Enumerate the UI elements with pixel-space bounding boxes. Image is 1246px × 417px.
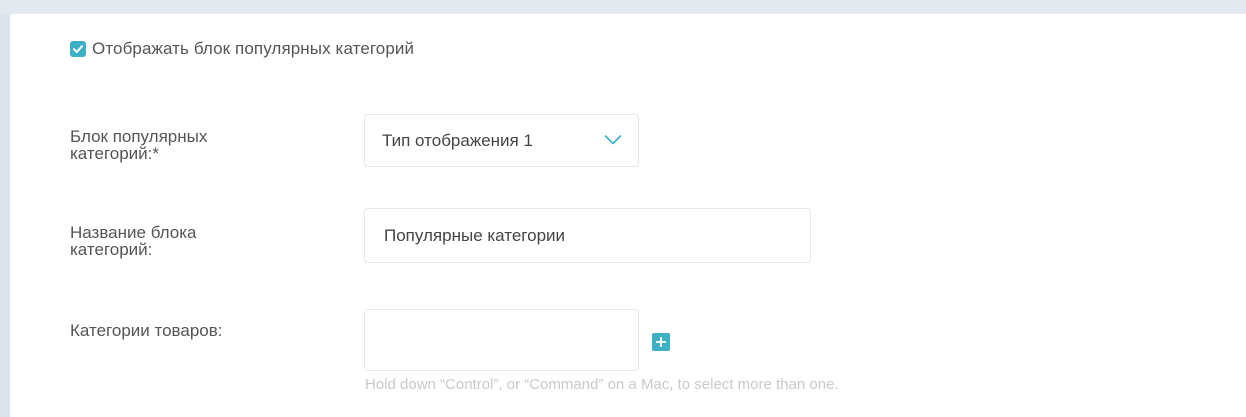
block-type-label-line2: категорий:* bbox=[70, 144, 160, 163]
popular-block-checkbox-label[interactable]: Отображать блок популярных категорий bbox=[92, 39, 414, 59]
check-icon bbox=[73, 45, 83, 53]
block-type-select-value: Тип отображения 1 bbox=[382, 130, 533, 150]
popular-block-checkbox[interactable] bbox=[70, 41, 86, 57]
block-name-label: Название блока категорий: bbox=[70, 224, 197, 258]
chevron-down-icon bbox=[604, 135, 622, 145]
popular-block-checkbox-row[interactable]: Отображать блок популярных категорий bbox=[70, 38, 414, 60]
product-categories-help-text: Hold down “Control”, or “Command” on a M… bbox=[365, 376, 839, 393]
block-type-label-line1: Блок популярных bbox=[70, 127, 208, 146]
product-categories-label-text: Категории товаров: bbox=[70, 321, 223, 340]
block-name-label-line1: Название блока bbox=[70, 223, 197, 242]
block-type-select[interactable]: Тип отображения 1 bbox=[364, 114, 639, 167]
block-name-input[interactable] bbox=[364, 208, 811, 263]
block-type-label: Блок популярных категорий:* bbox=[70, 128, 207, 162]
product-categories-label: Категории товаров: bbox=[70, 322, 223, 339]
product-categories-multiselect[interactable] bbox=[364, 309, 639, 371]
plus-icon bbox=[656, 337, 666, 347]
add-category-button[interactable] bbox=[652, 333, 670, 351]
block-name-label-line2: категорий: bbox=[70, 240, 153, 259]
panel-left-border bbox=[0, 14, 10, 417]
